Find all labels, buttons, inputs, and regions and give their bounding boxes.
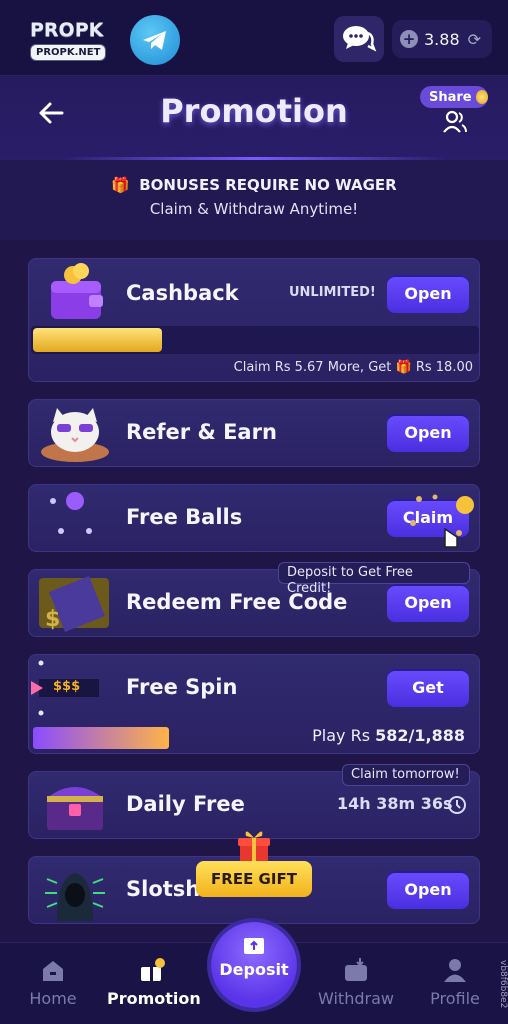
nav-home-label: Home [29, 989, 77, 1008]
cashback-progress-bar [31, 326, 479, 354]
add-funds-icon[interactable]: + [400, 30, 418, 48]
deposit-label: Deposit [219, 960, 289, 979]
logo-text: PROPK [30, 19, 104, 41]
cat-mascot-icon [41, 408, 109, 462]
free-spin-title: Free Spin [126, 675, 238, 699]
chat-icon [343, 26, 377, 52]
coin-icon [475, 90, 488, 104]
redeem-open-button[interactable]: Open [387, 584, 469, 622]
redeem-tooltip: Deposit to Get Free Credit! [278, 562, 470, 596]
nav-withdraw[interactable]: Withdraw [311, 957, 401, 1008]
svg-text:$: $ [45, 607, 60, 632]
daily-free-tooltip: Claim tomorrow! [342, 764, 470, 786]
slots-title: Slotsh [126, 877, 201, 901]
deposit-button[interactable]: Deposit [211, 922, 297, 1008]
brand-logo[interactable]: PROPK PROPK.NET [30, 19, 110, 61]
share-button[interactable]: Share [420, 86, 488, 108]
free-balls-card[interactable]: Free Balls Claim [28, 484, 480, 552]
cashback-claim-text: Claim Rs 5.67 More, Get 🎁 Rs 18.00 [233, 360, 473, 375]
share-label: Share [429, 89, 472, 105]
build-tag: vb8f6b8e2 [498, 960, 508, 1009]
free-gift-button[interactable]: FREE GIFT [196, 861, 312, 897]
spin-ticket-text: $$$ [53, 679, 81, 694]
ticket-icon: $ [39, 576, 109, 632]
refer-title: Refer & Earn [126, 420, 277, 444]
nav-withdraw-label: Withdraw [318, 989, 394, 1008]
page-header: Promotion Share [0, 76, 508, 160]
sparkle-coin-icon [410, 494, 474, 548]
free-spin-get-button[interactable]: Get [387, 669, 469, 707]
clock-icon [448, 796, 466, 814]
notice-subline: Claim & Withdraw Anytime! [149, 200, 359, 218]
cashback-title: Cashback [126, 281, 239, 305]
hacker-icon [45, 873, 105, 921]
refer-open-button[interactable]: Open [387, 414, 469, 452]
withdraw-wallet-icon [345, 958, 367, 981]
slots-open-button[interactable]: Open [387, 871, 469, 909]
profile-icon [444, 959, 466, 982]
balance-value: 3.88 [424, 29, 460, 49]
nav-home[interactable]: Home [8, 957, 98, 1008]
cashback-card[interactable]: Cashback UNLIMITED! Open Claim Rs 5.67 M… [28, 258, 480, 382]
refer-card[interactable]: Refer & Earn Open [28, 399, 480, 467]
free-spin-card[interactable]: $$$ Free Spin Get Play Rs 582/1,888 [28, 654, 480, 754]
daily-free-timer: 14h 38m 36s [337, 794, 453, 813]
daily-free-title: Daily Free [126, 792, 245, 816]
bonus-notice: 🎁 BONUSES REQUIRE NO WAGER Claim & Withd… [0, 160, 508, 240]
gift-box-icon [238, 831, 270, 864]
logo-domain: PROPK.NET [30, 44, 107, 61]
balance-display[interactable]: + 3.88 ⟳ [392, 20, 492, 58]
wallet-icon [51, 263, 103, 319]
nav-profile-label: Profile [430, 989, 480, 1008]
chat-button[interactable] [334, 16, 384, 62]
gift-icon: 🎁 [395, 360, 412, 375]
promotion-gift-icon [141, 958, 165, 981]
free-spin-progress-bar [33, 727, 169, 749]
home-icon [43, 961, 63, 981]
deposit-atm-icon [244, 938, 264, 954]
nav-promotion-label: Promotion [107, 989, 201, 1008]
telegram-icon[interactable] [130, 15, 180, 65]
nav-promotion[interactable]: Promotion [107, 957, 201, 1008]
notice-headline: BONUSES REQUIRE NO WAGER [139, 176, 397, 194]
cashback-tag: UNLIMITED! [289, 285, 376, 300]
top-bar: PROPK PROPK.NET + 3.88 ⟳ [0, 0, 508, 76]
gift-icon: 🎁 [111, 176, 130, 194]
treasure-chest-icon [47, 787, 103, 830]
balls-icon [50, 492, 92, 534]
refresh-icon[interactable]: ⟳ [468, 30, 481, 49]
free-balls-title: Free Balls [126, 505, 243, 529]
cashback-open-button[interactable]: Open [387, 275, 469, 313]
users-icon[interactable] [442, 110, 468, 134]
nav-profile[interactable]: Profile [410, 957, 500, 1008]
cashback-progress-fill [33, 328, 162, 352]
free-spin-play-text: Play Rs 582/1,888 [312, 726, 465, 745]
